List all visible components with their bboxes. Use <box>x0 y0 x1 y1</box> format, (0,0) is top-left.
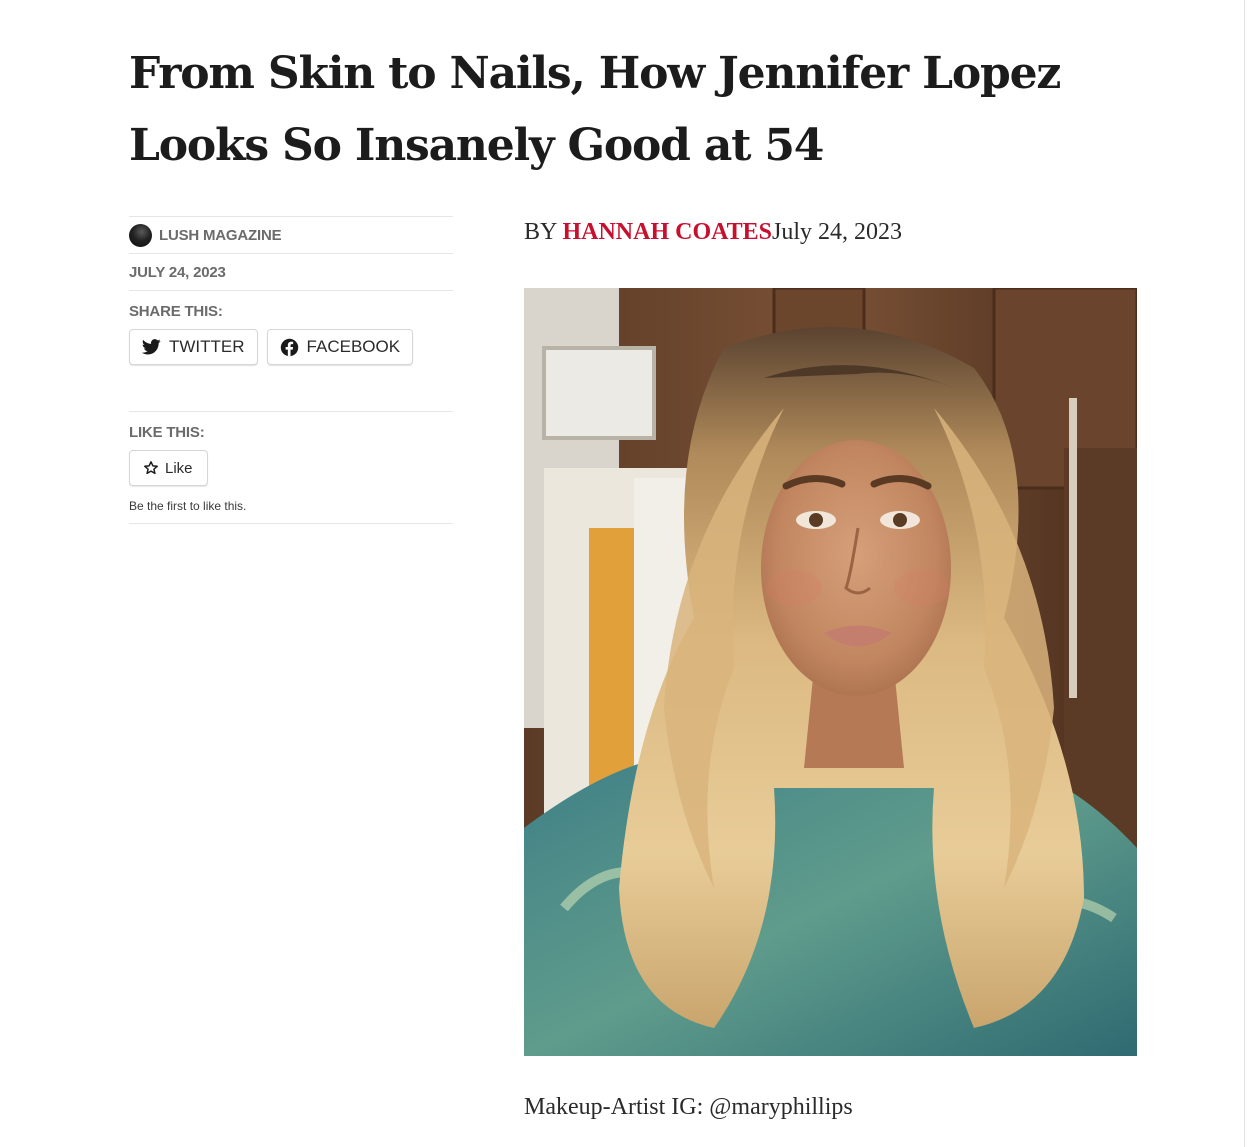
publication-name[interactable]: LUSH MAGAZINE <box>159 227 282 244</box>
byline-date: July 24, 2023 <box>772 219 903 245</box>
divider <box>129 523 453 524</box>
divider <box>129 411 453 412</box>
facebook-share-button[interactable]: FACEBOOK <box>266 329 414 365</box>
share-heading: SHARE THIS: <box>129 303 223 320</box>
facebook-share-label: FACEBOOK <box>306 337 401 356</box>
publish-date-row: JULY 24, 2023 <box>129 254 453 290</box>
article-title: From Skin to Nails, How Jennifer Lopez L… <box>129 48 1061 171</box>
twitter-bird-icon <box>142 339 161 355</box>
like-heading: LIKE THIS: <box>129 424 205 441</box>
publication-avatar <box>129 223 152 247</box>
twitter-share-label: TWITTER <box>169 337 245 356</box>
like-count-note: Be the first to like this. <box>129 499 247 513</box>
publish-date: JULY 24, 2023 <box>129 263 226 281</box>
portrait-illustration <box>524 288 1137 1056</box>
author-link[interactable]: HANNAH COATES <box>562 219 772 245</box>
publication-row[interactable]: LUSH MAGAZINE <box>129 217 453 253</box>
facebook-circle-icon <box>280 338 298 356</box>
article-meta-sidebar: LUSH MAGAZINE JULY 24, 2023 SHARE THIS: … <box>129 216 453 524</box>
page-edge-line <box>1244 0 1245 1147</box>
like-button[interactable]: Like <box>129 450 208 486</box>
image-caption: Makeup-Artist IG: @maryphillips <box>524 1094 853 1120</box>
byline-prefix: BY <box>524 219 563 245</box>
byline: BY HANNAH COATESJuly 24, 2023 <box>524 219 902 246</box>
star-outline-icon <box>144 461 158 475</box>
like-button-label: Like <box>165 459 193 477</box>
divider <box>129 290 453 291</box>
article-hero-image <box>524 288 1137 1056</box>
share-buttons: TWITTER FACEBOOK <box>129 329 453 365</box>
like-section: LIKE THIS: Like Be the first to like thi… <box>129 411 453 524</box>
twitter-share-button[interactable]: TWITTER <box>129 329 258 365</box>
